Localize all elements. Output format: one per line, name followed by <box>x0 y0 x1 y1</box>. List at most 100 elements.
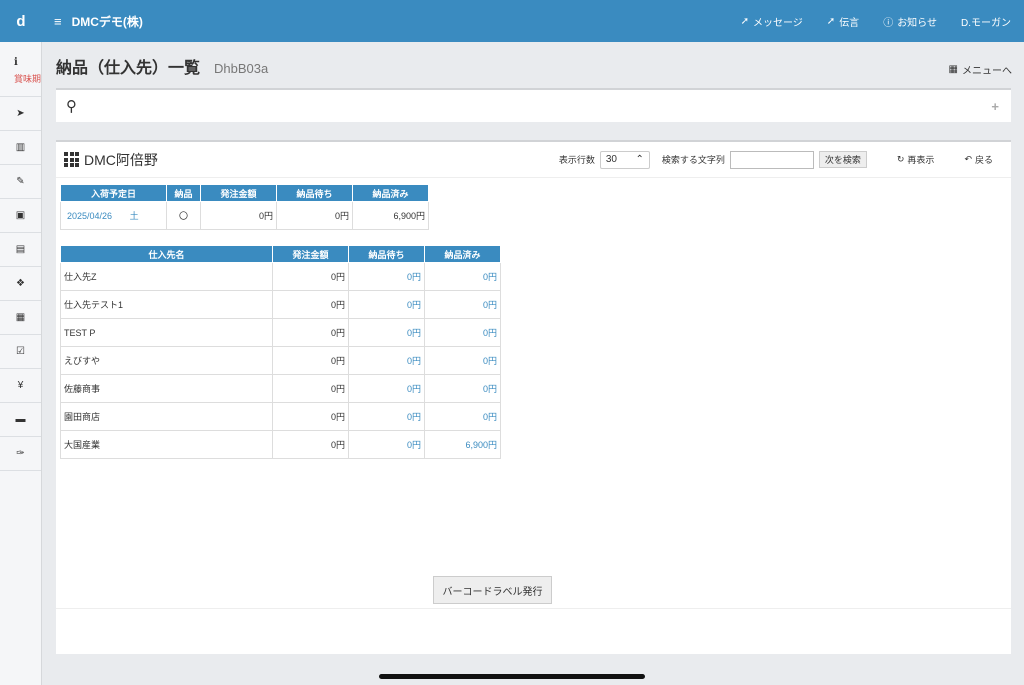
store-name: DMC阿倍野 <box>84 151 158 168</box>
refresh-button[interactable]: ↻ 再表示 <box>897 153 935 166</box>
refresh-label: 再表示 <box>907 155 935 165</box>
done-link[interactable]: 0円 <box>424 374 501 403</box>
col-header: 納品待ち <box>348 245 425 263</box>
sidebar-info-label: 賞味期 <box>14 74 41 84</box>
calendar-check-icon: ☑ <box>16 346 25 357</box>
panel-header: DMC阿倍野 表示行数 30 ⌃ 検索する文字列 次を検索 ↻ 再表示 ↶ 戻る <box>56 142 1011 178</box>
search-text-input[interactable] <box>729 150 814 169</box>
sidebar-item-info[interactable]: i 賞味期 <box>0 42 41 97</box>
delivered-cell: 〇 <box>166 201 201 230</box>
nav-memo[interactable]: ➚ 伝言 <box>827 14 859 29</box>
supplier-name: 大国産業 <box>60 430 273 459</box>
sidebar-item-calendar-check[interactable]: ☑ <box>0 335 41 369</box>
order-amount-cell: 0円 <box>272 374 349 403</box>
grid-icon: ▦ <box>948 64 958 75</box>
paper-plane-icon: ➚ <box>826 15 836 27</box>
col-header: 発注金額 <box>200 184 277 202</box>
table-row: 園田商店 0円 0円 0円 <box>60 402 501 431</box>
date-cell[interactable]: 2025/04/26 土 <box>60 201 167 230</box>
briefcase-icon: ▬ <box>15 414 26 425</box>
nav-notices[interactable]: ⓘ お知らせ <box>883 14 937 29</box>
pending-link[interactable]: 0円 <box>348 402 425 431</box>
info-icon: i <box>14 57 18 68</box>
col-header: 納品済み <box>424 245 501 263</box>
calendar-icon: ▦ <box>15 312 26 323</box>
sidebar-item-cubes[interactable]: ❖ <box>0 267 41 301</box>
yen-icon: ¥ <box>17 380 24 391</box>
col-header: 納品待ち <box>276 184 353 202</box>
order-amount-cell: 0円 <box>272 402 349 431</box>
wrench-icon: ✑ <box>16 448 25 459</box>
back-icon: ↶ <box>964 154 972 164</box>
order-amount-cell: 0円 <box>200 201 277 230</box>
col-header: 納品 <box>166 184 201 202</box>
user-name: D.モーガン <box>961 17 1011 29</box>
supplier-name: 仕入先Z <box>60 262 273 291</box>
sidebar-item-briefcase[interactable]: ▬ <box>0 403 41 437</box>
nav-messages[interactable]: ➚ メッセージ <box>741 14 803 29</box>
sidebar-item-chart[interactable]: ▥ <box>0 131 41 165</box>
supplier-name: TEST P <box>60 318 273 347</box>
page-header: 納品（仕入先）一覧 DhbB03a <box>56 54 268 78</box>
sidebar-item-calendar[interactable]: ▦ <box>0 301 41 335</box>
pending-link[interactable]: 0円 <box>348 430 425 459</box>
nav-user[interactable]: D.モーガン <box>961 14 1011 29</box>
col-header: 入荷予定日 <box>60 184 167 202</box>
pending-link[interactable]: 0円 <box>348 374 425 403</box>
sidebar-item-edit[interactable]: ✎ <box>0 165 41 199</box>
sidebar-item-document[interactable]: ▤ <box>0 233 41 267</box>
menu-link-label: メニューへ <box>962 66 1012 77</box>
top-bar: d ≡ DMCデモ(株) ➚ メッセージ ➚ 伝言 ⓘ お知らせ D.モーガン <box>0 0 1024 42</box>
edit-icon: ✎ <box>16 176 25 187</box>
find-next-button[interactable]: 次を検索 <box>818 151 867 168</box>
company-name[interactable]: DMCデモ(株) <box>72 13 143 30</box>
app-logo[interactable]: d <box>0 0 42 42</box>
order-amount-cell: 0円 <box>272 430 349 459</box>
done-link[interactable]: 0円 <box>424 318 501 347</box>
pending-cell: 0円 <box>276 201 353 230</box>
table-row: 2025/04/26 土 〇 0円 0円 6,900円 <box>60 201 429 230</box>
supplier-name: 仕入先テスト1 <box>60 290 273 319</box>
back-label: 戻る <box>974 155 993 165</box>
pending-link[interactable]: 0円 <box>348 262 425 291</box>
search-panel[interactable]: ⚲ + <box>56 88 1011 122</box>
done-link[interactable]: 6,900円 <box>424 430 501 459</box>
sidebar-item-wrench[interactable]: ✑ <box>0 437 41 471</box>
done-link[interactable]: 0円 <box>424 402 501 431</box>
rows-value: 30 <box>605 154 617 165</box>
home-indicator[interactable] <box>379 674 645 679</box>
table-row: 仕入先Z 0円 0円 0円 <box>60 262 501 291</box>
menu-link[interactable]: ▦ メニューへ <box>949 62 1012 77</box>
paper-plane-icon: ➤ <box>16 108 25 119</box>
summary-table: 入荷予定日 納品 発注金額 納品待ち 納品済み 2025/04/26 土 〇 0… <box>60 184 429 230</box>
summary-header-row: 入荷予定日 納品 発注金額 納品待ち 納品済み <box>60 184 429 202</box>
col-header: 納品済み <box>352 184 429 202</box>
date-link[interactable]: 2025/04/26 <box>67 211 112 221</box>
chevron-updown-icon: ⌃ <box>635 154 644 165</box>
done-link[interactable]: 0円 <box>424 290 501 319</box>
order-amount-cell: 0円 <box>272 262 349 291</box>
sidebar-item-send[interactable]: ➤ <box>0 97 41 131</box>
table-row: 佐藤商事 0円 0円 0円 <box>60 374 501 403</box>
rows-select[interactable]: 30 ⌃ <box>599 150 650 169</box>
search-icon[interactable]: ⚲ <box>66 97 77 115</box>
bar-chart-icon: ▥ <box>15 142 26 153</box>
back-button[interactable]: ↶ 戻る <box>964 153 993 166</box>
order-amount-cell: 0円 <box>272 318 349 347</box>
sidebar-item-suitcase[interactable]: ▣ <box>0 199 41 233</box>
done-link[interactable]: 0円 <box>424 262 501 291</box>
hamburger-icon[interactable]: ≡ <box>54 14 62 29</box>
weekday: 土 <box>129 211 139 221</box>
sidebar-item-yen[interactable]: ¥ <box>0 369 41 403</box>
done-link[interactable]: 0円 <box>424 346 501 375</box>
pending-link[interactable]: 0円 <box>348 290 425 319</box>
panel-controls: 表示行数 30 ⌃ 検索する文字列 次を検索 ↻ 再表示 ↶ 戻る <box>559 150 993 169</box>
pending-link[interactable]: 0円 <box>348 318 425 347</box>
search-text-label: 検索する文字列 <box>661 155 725 165</box>
col-header: 仕入先名 <box>60 245 273 263</box>
barcode-label-button[interactable]: バーコードラベル発行 <box>433 576 552 604</box>
col-header: 発注金額 <box>272 245 349 263</box>
sidebar: i 賞味期 ➤ ▥ ✎ ▣ ▤ ❖ ▦ ☑ ¥ ▬ ✑ <box>0 42 42 685</box>
expand-plus-icon[interactable]: + <box>991 99 999 114</box>
pending-link[interactable]: 0円 <box>348 346 425 375</box>
